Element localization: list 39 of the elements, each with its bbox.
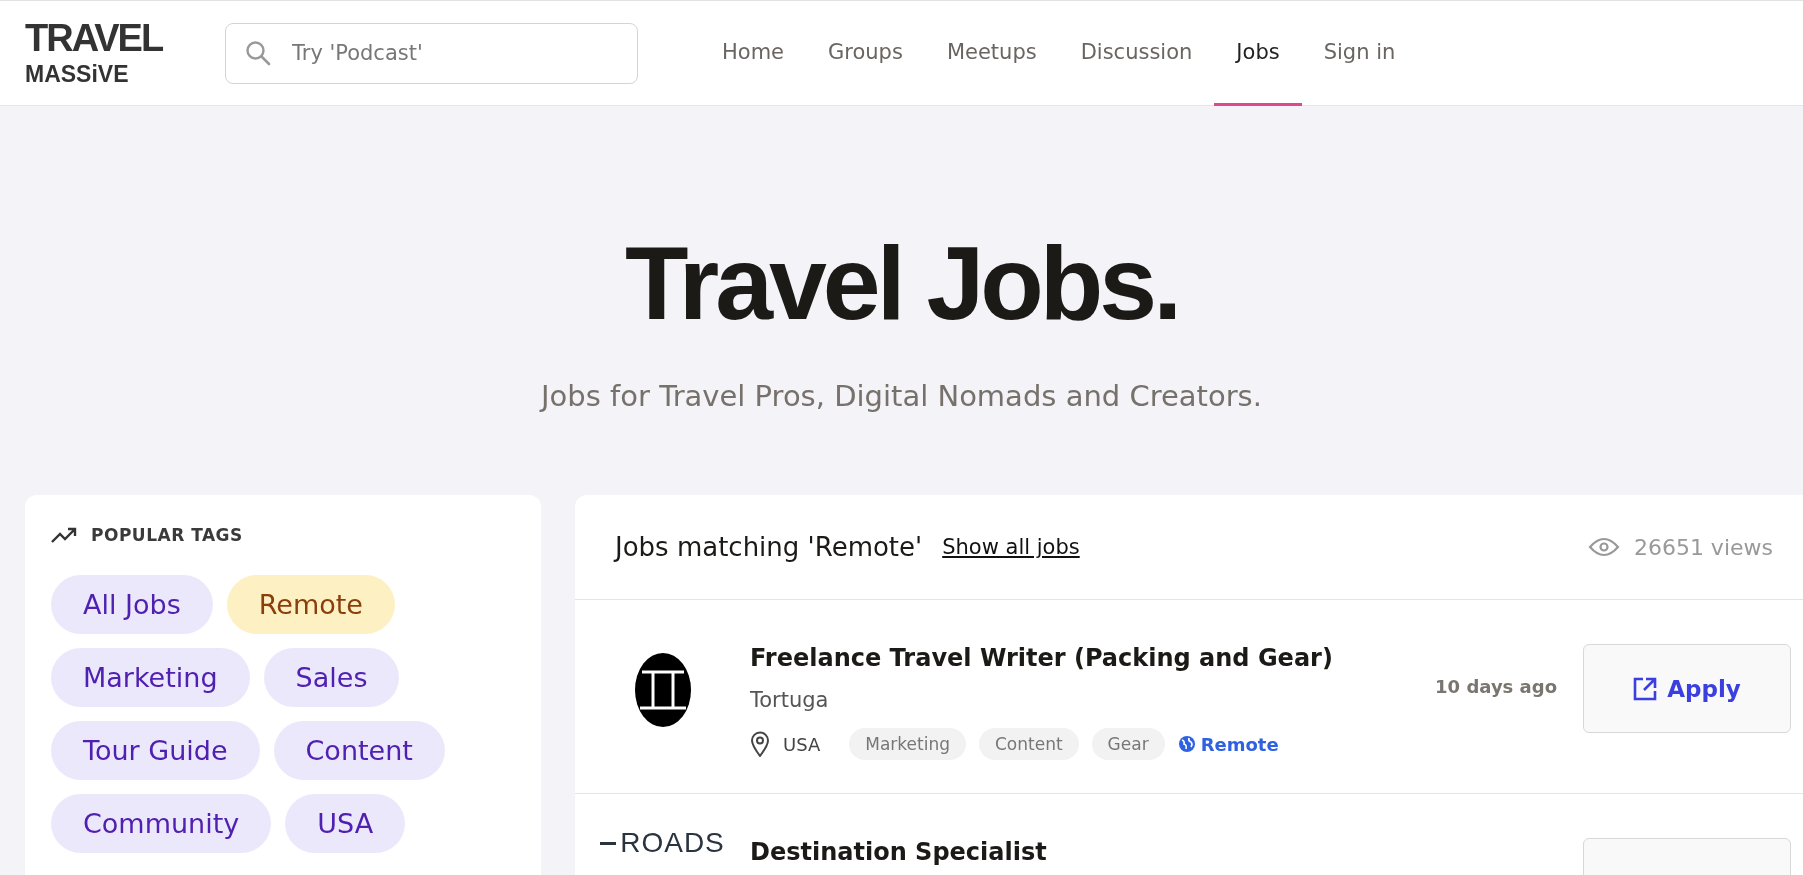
- tag-chip[interactable]: USA: [285, 794, 406, 853]
- eye-icon: [1587, 537, 1620, 557]
- job-title[interactable]: Freelance Travel Writer (Packing and Gear): [750, 644, 1383, 672]
- nav-link[interactable]: Groups: [806, 1, 925, 106]
- job-location: USA: [783, 733, 821, 755]
- location-pin-icon: [750, 731, 770, 757]
- nav-link[interactable]: Discussion: [1058, 1, 1215, 106]
- external-link-icon: [1633, 676, 1658, 701]
- page-subtitle: Jobs for Travel Pros, Digital Nomads and Creators.: [538, 379, 1263, 413]
- views-count: 26651 views: [1633, 534, 1773, 560]
- trending-icon: [51, 527, 77, 543]
- job-tag[interactable]: Gear: [1091, 728, 1165, 760]
- job-tag[interactable]: Marketing: [849, 728, 966, 760]
- jobs-heading: Jobs matching 'Remote': [615, 532, 923, 562]
- tag-chip[interactable]: Tour Guide: [51, 721, 260, 780]
- tag-chip[interactable]: All Jobs: [51, 575, 213, 634]
- page-title: Travel Jobs.: [623, 231, 1180, 335]
- nav-link[interactable]: Sign in: [1301, 1, 1418, 106]
- company-logo: ROADS: [600, 828, 725, 858]
- tag-chip[interactable]: Remote: [226, 575, 395, 634]
- shell-logo-icon: [633, 652, 692, 728]
- tag-chip[interactable]: Community: [51, 794, 272, 853]
- tag-chip[interactable]: Sales: [263, 648, 400, 707]
- search-icon: [245, 39, 271, 66]
- job-title[interactable]: Destination Specialist: [750, 838, 1383, 866]
- nav-link[interactable]: Jobs: [1214, 1, 1302, 106]
- posted-time: 10 days ago: [1435, 676, 1557, 697]
- nav-link[interactable]: Home: [700, 1, 806, 106]
- panel-title: POPULAR TAGS: [91, 525, 243, 545]
- search-field[interactable]: Try 'Podcast': [225, 22, 638, 84]
- company-name: Tortuga: [750, 688, 830, 712]
- tag-chip[interactable]: Content: [273, 721, 445, 780]
- remote-label: Remote: [1200, 733, 1279, 755]
- travel-massive-logo[interactable]: TRAVEL MASSiVE: [25, 15, 175, 91]
- apply-button[interactable]: Apply: [1583, 644, 1791, 733]
- tag-chip[interactable]: Marketing: [51, 648, 250, 707]
- job-tag[interactable]: Content: [979, 728, 1079, 760]
- nav-link[interactable]: Meetups: [924, 1, 1059, 106]
- show-all-link[interactable]: Show all jobs: [942, 535, 1080, 559]
